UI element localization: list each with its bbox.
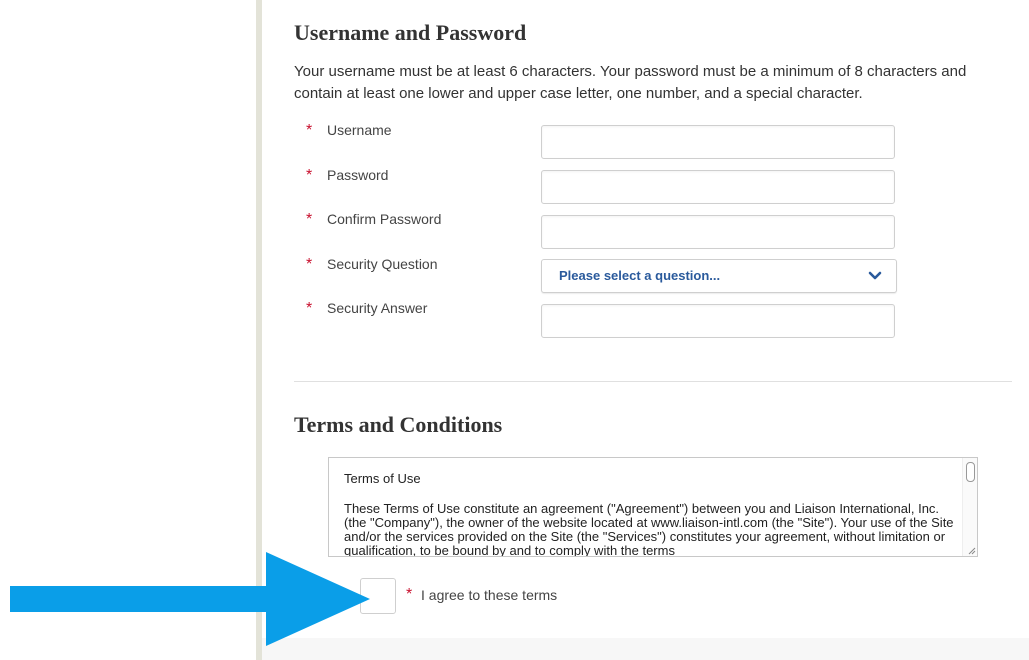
password-row: * Password bbox=[306, 167, 906, 207]
section-divider bbox=[294, 381, 1012, 382]
security-question-selected: Please select a question... bbox=[559, 268, 721, 283]
username-label: Username bbox=[327, 122, 392, 138]
username-row: * Username bbox=[306, 122, 906, 162]
security-question-label: Security Question bbox=[327, 256, 438, 272]
arrow-right-icon bbox=[10, 552, 370, 646]
security-question-select[interactable]: Please select a question... bbox=[541, 259, 897, 293]
required-marker: * bbox=[406, 586, 413, 603]
credentials-intro: Your username must be at least 6 charact… bbox=[294, 63, 967, 102]
terms-body-text: These Terms of Use constitute an agreeme… bbox=[344, 501, 954, 557]
required-marker: * bbox=[306, 122, 313, 139]
chevron-down-icon bbox=[868, 271, 882, 280]
credentials-section-title: Username and Password bbox=[294, 20, 527, 45]
security-answer-label: Security Answer bbox=[327, 300, 428, 316]
terms-heading: Terms of Use bbox=[344, 471, 421, 486]
terms-section-title: Terms and Conditions bbox=[294, 412, 503, 437]
security-answer-row: * Security Answer bbox=[306, 300, 906, 340]
scrollbar-thumb[interactable] bbox=[966, 462, 975, 482]
password-input[interactable] bbox=[541, 170, 895, 204]
required-marker: * bbox=[306, 211, 313, 228]
confirm-password-label: Confirm Password bbox=[327, 211, 442, 227]
required-marker: * bbox=[306, 300, 313, 317]
agree-terms-label[interactable]: I agree to these terms bbox=[421, 587, 557, 603]
resize-handle-icon[interactable] bbox=[966, 545, 976, 555]
confirm-password-input[interactable] bbox=[541, 215, 895, 249]
terms-scrollbar[interactable] bbox=[962, 458, 977, 556]
confirm-password-row: * Confirm Password bbox=[306, 211, 906, 251]
footer-band bbox=[262, 638, 1029, 660]
required-marker: * bbox=[306, 167, 313, 184]
password-label: Password bbox=[327, 167, 389, 183]
terms-textarea[interactable]: Terms of Use These Terms of Use constitu… bbox=[328, 457, 978, 557]
username-input[interactable] bbox=[541, 125, 895, 159]
required-marker: * bbox=[306, 256, 313, 273]
security-answer-input[interactable] bbox=[541, 304, 895, 338]
security-question-row: * Security Question Please select a ques… bbox=[306, 256, 906, 296]
